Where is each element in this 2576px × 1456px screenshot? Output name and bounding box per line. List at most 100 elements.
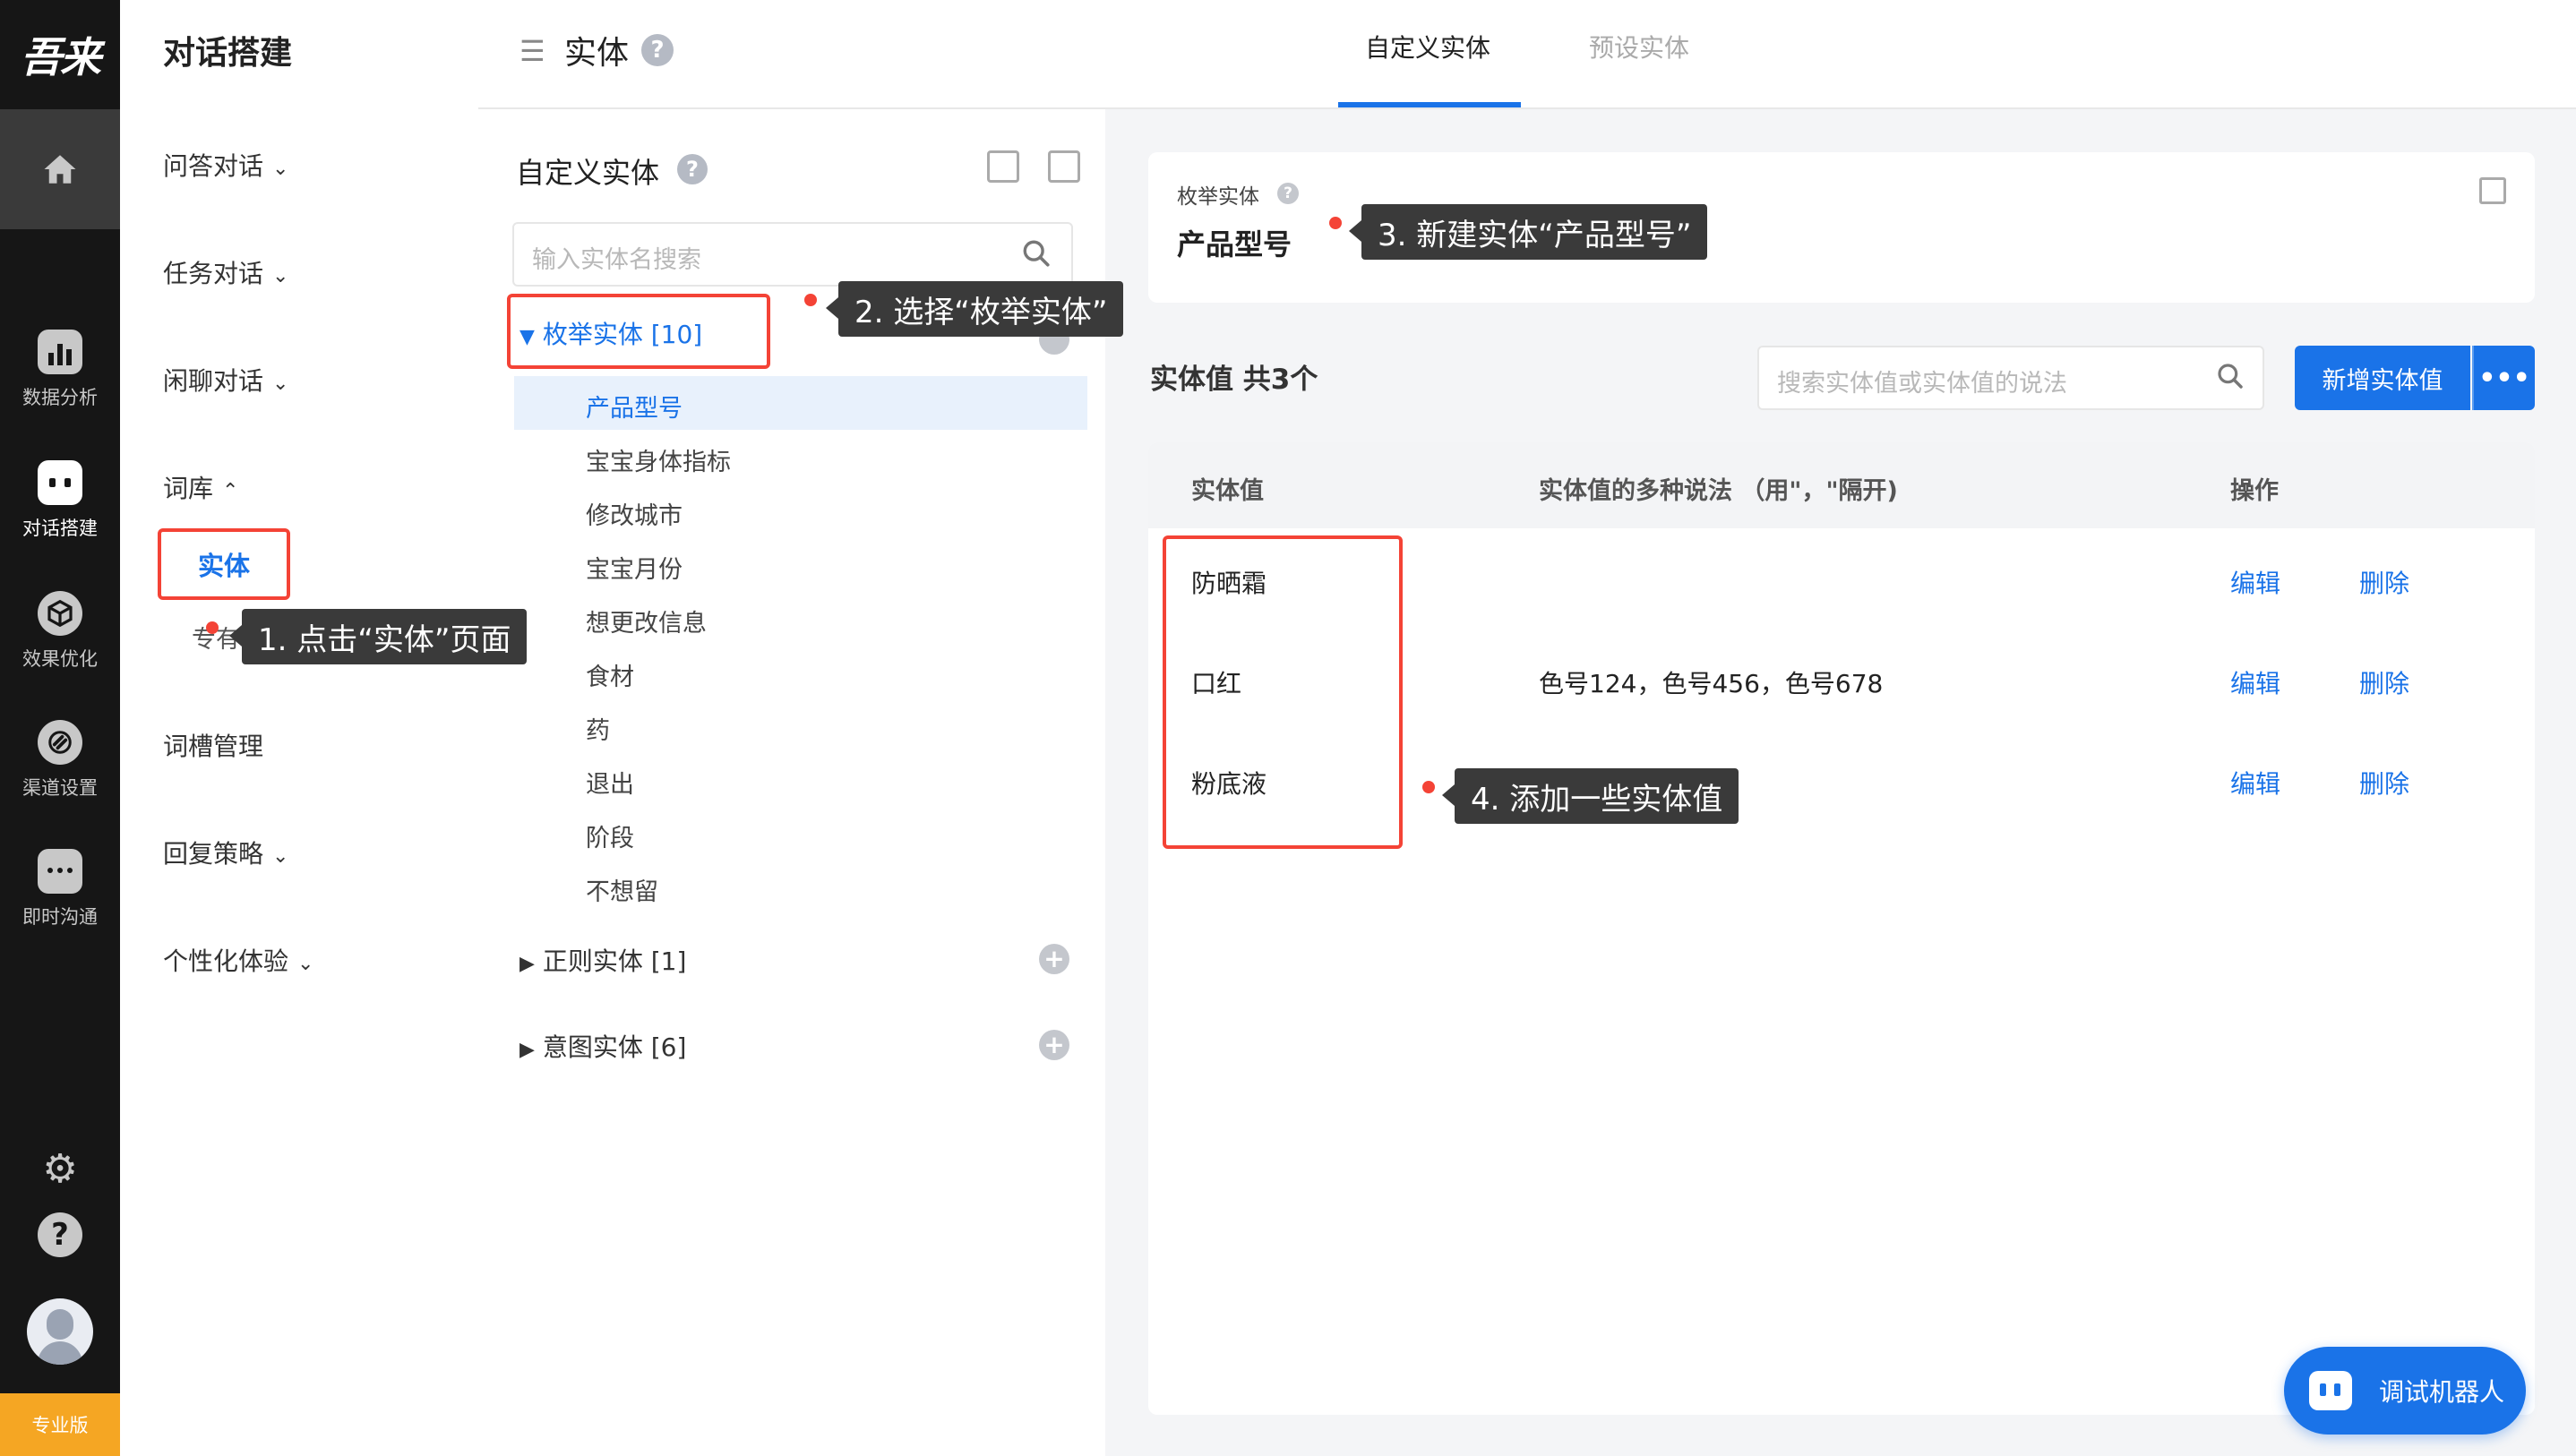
robot-icon [38, 460, 82, 505]
app-logo[interactable]: 吾来 [0, 0, 120, 109]
column-header-value: 实体值 [1191, 477, 1264, 505]
edit-link[interactable]: 编辑 [2230, 664, 2280, 700]
nav-item-slots[interactable]: 词槽管理 [163, 727, 263, 763]
list-item-entity[interactable]: 宝宝身体指标 [586, 442, 731, 477]
chevron-down-icon: ⌄ [272, 373, 289, 395]
avatar[interactable] [27, 1298, 93, 1365]
add-intent-entity-button[interactable]: + [1039, 1030, 1069, 1060]
list-item-entity[interactable]: 修改城市 [586, 496, 683, 531]
nav-item-entity[interactable]: 实体 [158, 528, 290, 600]
active-tab-indicator [1338, 102, 1521, 107]
home-icon [44, 155, 76, 184]
debug-robot-button[interactable]: 调试机器人 [2284, 1347, 2526, 1435]
top-header [478, 0, 2576, 109]
menu-icon[interactable]: ☰ [519, 34, 545, 68]
help-icon[interactable]: ? [677, 154, 708, 184]
list-item-entity[interactable]: 药 [586, 711, 610, 746]
edit-link[interactable]: 编辑 [2230, 564, 2280, 600]
annotation-dot [206, 621, 219, 634]
annotation-pointer [1349, 220, 1361, 242]
table-cell-synonyms: 色号124，色号456，色号678 [1539, 669, 1884, 698]
add-value-button[interactable]: 新增实体值 [2295, 346, 2470, 410]
chevron-down-icon: ⌄ [272, 158, 289, 180]
nav-item-personalization[interactable]: 个性化体验 ⌄ [163, 942, 313, 978]
nav-item-chitchat[interactable]: 闲聊对话 ⌄ [163, 362, 288, 398]
caret-right-icon: ▶ [519, 953, 535, 975]
edit-icon[interactable] [2479, 177, 2506, 204]
entity-panel-title: 自定义实体 [516, 156, 660, 190]
pro-badge[interactable]: 专业版 [0, 1393, 120, 1456]
rail-item-channels[interactable]: 渠道设置 [0, 702, 120, 818]
rail-label: 渠道设置 [22, 777, 98, 799]
annotation-step4: 4. 添加一些实体值 [1455, 768, 1739, 824]
entity-search-placeholder: 输入实体名搜索 [532, 246, 701, 274]
rail-label: 即时沟通 [22, 906, 98, 928]
values-count-title: 实体值 共3个 [1150, 364, 1318, 396]
chevron-down-icon: ⌄ [272, 265, 289, 287]
list-item-entity[interactable]: 不想留 [586, 872, 658, 907]
rail-item-optimize[interactable]: 效果优化 [0, 573, 120, 689]
settings-gear-icon[interactable]: ⚙ [36, 1144, 84, 1193]
entity-type: 枚举实体 [1177, 185, 1259, 209]
tab-custom-entity[interactable]: 自定义实体 [1338, 29, 1517, 64]
cube-icon [38, 591, 82, 636]
robot-icon [2309, 1371, 2352, 1410]
annotation-dot [1422, 781, 1435, 793]
nav-item-lexicon[interactable]: 词库 ⌃ [163, 469, 238, 505]
values-highlight [1163, 535, 1403, 849]
nav-item-qa[interactable]: 问答对话 ⌄ [163, 147, 288, 183]
rail-item-analytics[interactable]: 数据分析 [0, 312, 120, 428]
caret-down-icon: ▼ [519, 326, 535, 348]
edit-link[interactable]: 编辑 [2230, 765, 2280, 801]
help-icon[interactable]: ? [641, 34, 674, 66]
annotation-step1: 1. 点击“实体”页面 [242, 609, 528, 664]
delete-link[interactable]: 删除 [2359, 664, 2409, 700]
nav-item-task[interactable]: 任务对话 ⌄ [163, 254, 288, 290]
list-item-entity[interactable]: 想更改信息 [586, 604, 707, 638]
rail-item-dialog-build[interactable]: 对话搭建 [0, 442, 120, 559]
search-icon[interactable] [2216, 362, 2245, 390]
home-button[interactable] [0, 109, 120, 229]
export-icon[interactable] [1048, 150, 1080, 183]
group-enum-entity[interactable]: ▼ 枚举实体 [10] [519, 315, 702, 351]
column-header-synonyms: 实体值的多种说法 （用"，"隔开) [1539, 477, 1898, 505]
annotation-pointer [826, 297, 838, 319]
delete-link[interactable]: 删除 [2359, 765, 2409, 801]
entity-name: 产品型号 [1177, 227, 1292, 261]
delete-link[interactable]: 删除 [2359, 564, 2409, 600]
import-icon[interactable] [987, 150, 1019, 183]
list-item-entity[interactable]: 阶段 [586, 818, 634, 853]
help-icon[interactable]: ? [1277, 183, 1299, 204]
list-item-entity[interactable]: 食材 [586, 657, 634, 692]
help-icon[interactable]: ? [38, 1212, 82, 1257]
rail-item-chat[interactable]: 即时沟通 [0, 831, 120, 947]
column-header-actions: 操作 [2230, 477, 2279, 505]
add-regex-entity-button[interactable]: + [1039, 944, 1069, 974]
value-search-placeholder: 搜索实体值或实体值的说法 [1777, 370, 2067, 398]
group-regex-entity[interactable]: ▶ 正则实体 [1] [519, 942, 686, 978]
tab-preset-entity[interactable]: 预设实体 [1550, 29, 1729, 64]
annotation-step2: 2. 选择“枚举实体” [838, 281, 1124, 337]
annotation-pointer [1442, 784, 1455, 806]
annotation-dot [804, 294, 817, 306]
nav-item-reply-strategy[interactable]: 回复策略 ⌄ [163, 835, 288, 870]
list-item-entity[interactable]: 产品型号 [586, 389, 683, 424]
chevron-up-icon: ⌃ [222, 480, 239, 502]
annotation-pointer [229, 625, 242, 647]
chevron-down-icon: ⌄ [297, 953, 314, 975]
annotation-step3: 3. 新建实体“产品型号” [1361, 204, 1708, 260]
list-item-entity[interactable]: 宝宝月份 [586, 550, 683, 585]
bar-chart-icon [38, 330, 82, 374]
group-intent-entity[interactable]: ▶ 意图实体 [6] [519, 1028, 686, 1064]
chevron-down-icon: ⌄ [272, 845, 289, 868]
caret-right-icon: ▶ [519, 1039, 535, 1061]
rail-label: 效果优化 [22, 648, 98, 670]
debug-robot-label: 调试机器人 [2379, 1377, 2505, 1407]
list-item-entity[interactable]: 退出 [586, 765, 634, 800]
annotation-dot [1329, 217, 1342, 229]
more-options-button[interactable]: ••• [2472, 346, 2535, 410]
search-icon[interactable] [1021, 238, 1052, 269]
chat-bubble-icon [38, 849, 82, 894]
page-title: 实体 [564, 35, 630, 72]
nav-title: 对话搭建 [163, 35, 293, 72]
